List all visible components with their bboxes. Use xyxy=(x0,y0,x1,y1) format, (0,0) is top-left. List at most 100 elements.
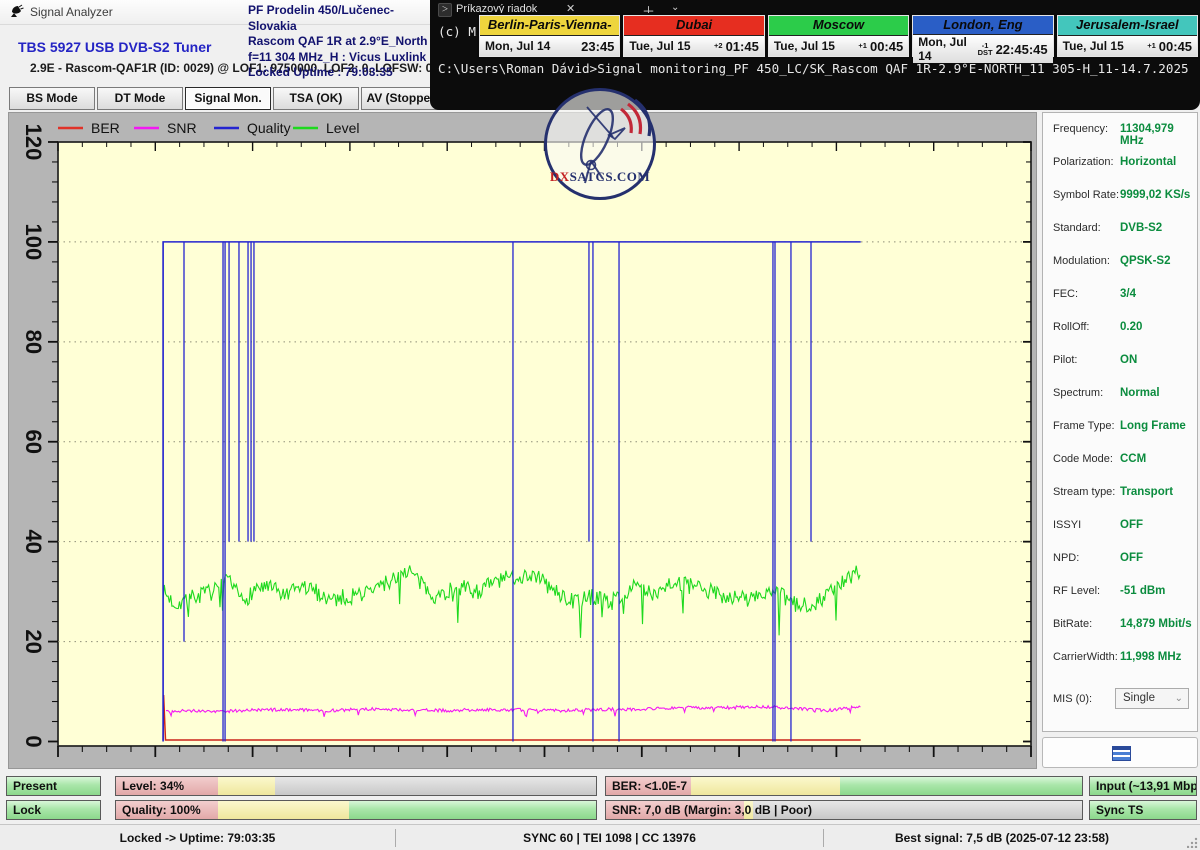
clock-date: Tue, Jul 15 xyxy=(1063,39,1124,53)
param-frequency: Frequency:11304,979 MHz xyxy=(1043,118,1197,151)
level-bar: Level: 34% xyxy=(115,776,597,796)
clock-offset: -1DST xyxy=(978,42,993,57)
clock-time: 01:45 xyxy=(726,39,759,54)
input-indicator: Input (~13,91 Mbps) xyxy=(1089,776,1197,796)
param-symbol-rate: Symbol Rate:9999,02 KS/s xyxy=(1043,184,1197,217)
svg-text:120: 120 xyxy=(21,124,46,161)
param-polarization: Polarization:Horizontal xyxy=(1043,151,1197,184)
clock-time: 00:45 xyxy=(1159,39,1192,54)
bar-segment-yellow xyxy=(218,777,276,795)
bar-label: Quality: 100% xyxy=(122,801,201,819)
bar-segment-gray xyxy=(275,777,596,795)
bar-segment-green xyxy=(840,777,1082,795)
svg-text:100: 100 xyxy=(21,224,46,261)
clock-offset: +1 xyxy=(1147,42,1156,50)
clock-offset: +2 xyxy=(714,42,723,50)
param-fec: FEC:3/4 xyxy=(1043,283,1197,316)
clock-city: Jerusalem-Israel xyxy=(1058,16,1197,36)
mis-select[interactable]: Single⌄ xyxy=(1115,688,1189,709)
param-carrier-width: CarrierWidth:11,998 MHz xyxy=(1043,646,1197,679)
svg-text:40: 40 xyxy=(21,529,46,553)
site-info-block: PF Prodelin 450/Lučenec-Slovakia Rascom … xyxy=(248,3,438,81)
bar-label: Input (~13,91 Mbps) xyxy=(1096,777,1197,795)
mis-row: MIS (0): Single⌄ xyxy=(1043,687,1197,713)
param-rolloff: RollOff:0.20 xyxy=(1043,316,1197,349)
bar-label: SNR: 7,0 dB (Margin: 3,0 dB | Poor) xyxy=(612,801,812,819)
resize-grip[interactable] xyxy=(1187,837,1198,848)
present-indicator: Present xyxy=(6,776,101,796)
clock-dubai: Dubai Tue, Jul 15 +2 01:45 xyxy=(623,15,764,57)
param-issyi: ISSYIOFF xyxy=(1043,514,1197,547)
param-npd: NPD:OFF xyxy=(1043,547,1197,580)
ber-bar: BER: <1.0E-7 xyxy=(605,776,1083,796)
tab-bs-mode[interactable]: BS Mode xyxy=(9,87,95,110)
site-line-1: PF Prodelin 450/Lučenec-Slovakia xyxy=(248,3,438,34)
clock-date: Mon, Jul 14 xyxy=(485,39,550,53)
param-code-mode: Code Mode:CCM xyxy=(1043,448,1197,481)
clock-city: Moscow xyxy=(769,16,908,36)
clock-city: Dubai xyxy=(624,16,763,36)
cmd-icon: ＞ xyxy=(438,3,452,17)
svg-text:60: 60 xyxy=(21,429,46,453)
clock-berlin: Berlin-Paris-Vienna-Roma Mon, Jul 14 23:… xyxy=(479,15,620,57)
param-frame-type: Frame Type:Long Frame xyxy=(1043,415,1197,448)
bar-label: Lock xyxy=(13,801,41,819)
svg-text:BER: BER xyxy=(91,120,120,136)
tab-tsa[interactable]: TSA (OK) xyxy=(273,87,359,110)
signal-analyzer-window: Signal Analyzer TBS 5927 USB DVB-S2 Tune… xyxy=(0,0,1200,850)
clock-moscow: Moscow Tue, Jul 15 +1 00:45 xyxy=(768,15,909,57)
statusbar-uptime: Locked -> Uptime: 79:03:35 xyxy=(0,825,395,850)
snr-bar: SNR: 7,0 dB (Margin: 3,0 dB | Poor) xyxy=(605,800,1083,820)
param-bitrate: BitRate:14,879 Mbit/s xyxy=(1043,613,1197,646)
clock-offset: +1 xyxy=(858,42,867,50)
console-prompt-line[interactable]: C:\Users\Roman Dávid>Signal monitoring_P… xyxy=(438,61,1194,76)
param-stream-type: Stream type:Transport xyxy=(1043,481,1197,514)
table-list-icon xyxy=(1112,746,1131,761)
statusbar-best-signal: Best signal: 7,5 dB (2025-07-12 23:58) xyxy=(824,825,1180,850)
signal-chart: 020406080100120BERSNRQualityLevel xyxy=(9,113,1036,768)
bar-label: BER: <1.0E-7 xyxy=(612,777,687,795)
dxsatcs-logo-text: DXSATCS.COM xyxy=(547,169,653,185)
mis-label: MIS (0): xyxy=(1053,693,1092,705)
sync-ts-indicator: Sync TS xyxy=(1089,800,1197,820)
chevron-down-icon[interactable]: ⌄ xyxy=(671,2,679,13)
tab-signal-mon[interactable]: Signal Mon. xyxy=(185,87,271,110)
clock-city: Berlin-Paris-Vienna-Roma xyxy=(480,16,619,36)
clock-date: Tue, Jul 15 xyxy=(774,39,835,53)
statusbar: Locked -> Uptime: 79:03:35 SYNC 60 | TEI… xyxy=(0,824,1200,850)
svg-text:SNR: SNR xyxy=(167,120,197,136)
site-line-2: Rascom QAF 1R at 2.9°E_North xyxy=(248,34,438,50)
statusbar-sync-counters: SYNC 60 | TEI 1098 | CC 13976 xyxy=(396,825,823,850)
clock-date: Tue, Jul 15 xyxy=(629,39,690,53)
bar-segment-green xyxy=(349,801,596,819)
param-standard: Standard:DVB-S2 xyxy=(1043,217,1197,250)
lock-indicator: Lock xyxy=(6,800,101,820)
satellite-dish-icon xyxy=(9,4,24,19)
clock-jerusalem: Jerusalem-Israel Tue, Jul 15 +1 00:45 xyxy=(1057,15,1198,57)
site-line-3: f=11 304 MHz_H : Vicus Luxlink xyxy=(248,50,438,66)
clock-time: 00:45 xyxy=(870,39,903,54)
transport-list-button[interactable] xyxy=(1042,737,1198,768)
svg-text:80: 80 xyxy=(21,330,46,354)
param-spectrum: Spectrum:Normal xyxy=(1043,382,1197,415)
clock-date: Mon, Jul 14 xyxy=(918,35,977,63)
tab-dt-mode[interactable]: DT Mode xyxy=(97,87,183,110)
clock-time: 23:45 xyxy=(581,39,614,54)
bar-label: Level: 34% xyxy=(122,777,184,795)
dxsatcs-logo: DXSATCS.COM xyxy=(544,88,656,200)
site-line-4: Locked Uptime : 79:03:35 xyxy=(248,65,438,81)
bar-label: Sync TS xyxy=(1096,801,1143,819)
clock-city: London, Eng xyxy=(913,16,1052,35)
signal-chart-panel: 020406080100120BERSNRQualityLevel xyxy=(8,112,1037,769)
chevron-down-icon: ⌄ xyxy=(1175,689,1183,708)
bar-segment-yellow xyxy=(691,777,840,795)
svg-text:0: 0 xyxy=(21,735,46,747)
quality-bar: Quality: 100% xyxy=(115,800,597,820)
world-clocks-panel: Berlin-Paris-Vienna-Roma Mon, Jul 14 23:… xyxy=(477,13,1200,59)
param-pilot: Pilot:ON xyxy=(1043,349,1197,382)
signal-parameters-panel: Frequency:11304,979 MHz Polarization:Hor… xyxy=(1042,112,1198,732)
param-modulation: Modulation:QPSK-S2 xyxy=(1043,250,1197,283)
svg-text:Level: Level xyxy=(326,120,359,136)
param-rf-level: RF Level:-51 dBm xyxy=(1043,580,1197,613)
tuner-title: TBS 5927 USB DVB-S2 Tuner xyxy=(18,39,211,55)
